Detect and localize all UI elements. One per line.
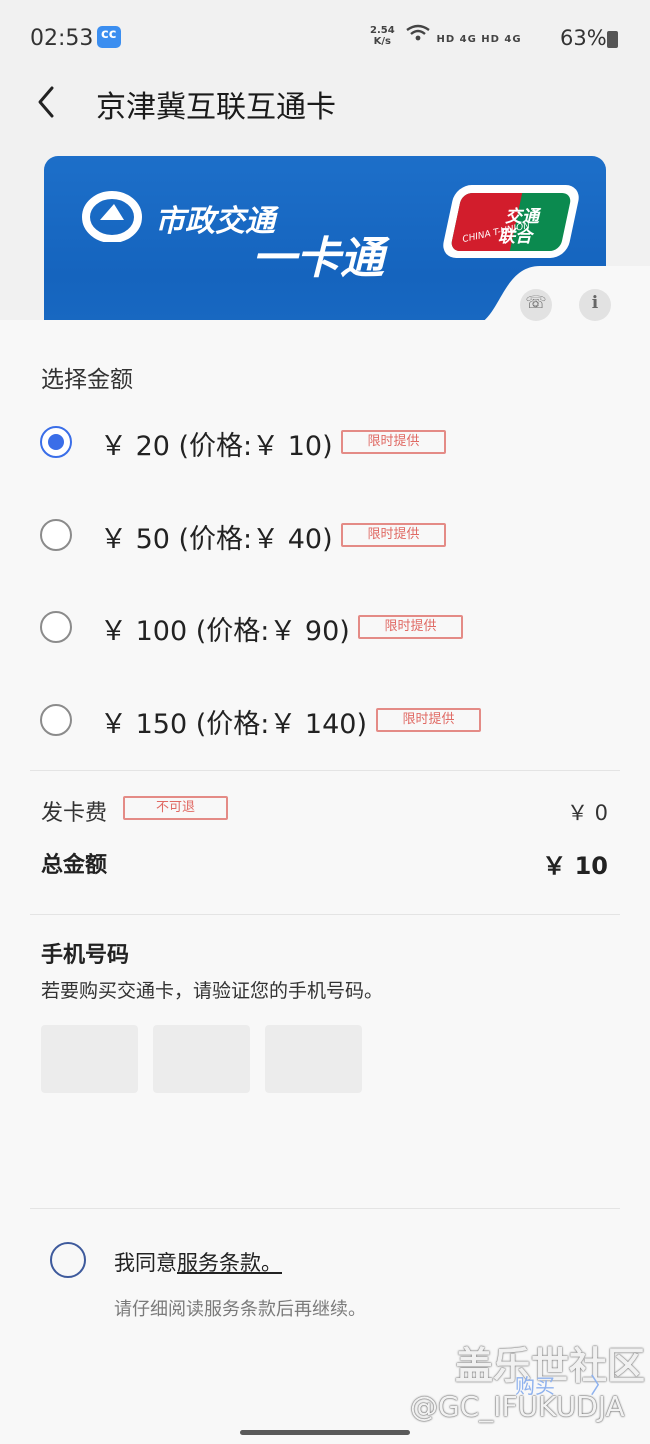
total-label: 总金额 xyxy=(41,853,108,878)
phone-input-segment-3[interactable] xyxy=(265,1025,362,1093)
watermark-user: @GC_IFUKUDJA xyxy=(410,1390,625,1423)
radio-button[interactable] xyxy=(40,519,72,551)
agree-terms-checkbox[interactable] xyxy=(50,1242,86,1278)
terms-of-service-link[interactable]: 服务条款。 xyxy=(177,1251,282,1275)
card-logo-text-large: 一卡通 xyxy=(252,233,384,284)
back-button[interactable] xyxy=(28,80,68,124)
phone-section-title: 手机号码 xyxy=(41,943,130,968)
agree-terms-text: 我同意服务条款。 xyxy=(114,1247,282,1277)
limited-offer-tag: 限时提供 xyxy=(358,615,463,639)
network-speed-unit: K/s xyxy=(373,36,392,47)
app-notification-icon xyxy=(97,26,121,48)
limited-offer-tag: 限时提供 xyxy=(376,708,481,732)
limited-offer-tag: 限时提供 xyxy=(341,430,446,454)
amount-option-label: ￥ 150 (价格:￥ 140) xyxy=(100,709,367,740)
amount-option-100[interactable]: ￥ 100 (价格:￥ 90) xyxy=(30,599,620,659)
agree-terms-hint: 请仔细阅读服务条款后再继续。 xyxy=(114,1299,366,1320)
divider xyxy=(30,770,620,771)
amount-option-150[interactable]: ￥ 150 (价格:￥ 140) xyxy=(30,692,620,752)
page-title: 京津冀互联互通卡 xyxy=(96,90,336,125)
phone-support-button[interactable]: ☏ xyxy=(520,289,552,321)
phone-input-segment-2[interactable] xyxy=(153,1025,250,1093)
limited-offer-tag: 限时提供 xyxy=(341,523,446,547)
info-button[interactable]: i xyxy=(579,289,611,321)
info-icon: i xyxy=(591,293,599,313)
wifi-icon xyxy=(405,24,436,46)
network-speed: 2.54 K/s xyxy=(370,25,395,47)
total-value: ￥ 10 xyxy=(542,852,608,880)
signal-icons: HD 4G HD 4G xyxy=(405,24,522,46)
amount-option-20[interactable]: ￥ 20 (价格:￥ 10) xyxy=(30,414,620,474)
content-sheet xyxy=(0,320,650,1444)
amount-section-title: 选择金额 xyxy=(41,367,133,393)
non-refundable-tag: 不可退 xyxy=(123,796,228,820)
amount-option-50[interactable]: ￥ 50 (价格:￥ 40) xyxy=(30,507,620,567)
radio-button-selected[interactable] xyxy=(40,426,72,458)
amount-option-label: ￥ 50 (价格:￥ 40) xyxy=(100,524,333,555)
card-fee-label: 发卡费 xyxy=(41,801,108,826)
battery-icon xyxy=(607,31,618,48)
amount-option-label: ￥ 100 (价格:￥ 90) xyxy=(100,616,350,647)
status-time: 02:53 xyxy=(30,26,94,51)
divider xyxy=(30,914,620,915)
phone-icon: ☏ xyxy=(525,293,547,313)
card-fee-value: ￥ 0 xyxy=(566,801,608,825)
divider xyxy=(30,1208,620,1209)
network-speed-value: 2.54 xyxy=(370,25,395,36)
chevron-left-icon xyxy=(38,86,54,118)
cellular-signal-text: HD 4G HD 4G xyxy=(436,34,522,45)
agree-terms-prefix: 我同意 xyxy=(114,1251,177,1275)
home-indicator[interactable] xyxy=(240,1430,410,1435)
card-logo-icon xyxy=(82,190,144,243)
amount-option-label: ￥ 20 (价格:￥ 10) xyxy=(100,431,333,462)
radio-button[interactable] xyxy=(40,611,72,643)
sheet-curve xyxy=(470,266,650,326)
battery-percent: 63% xyxy=(560,26,607,50)
phone-input-segment-1[interactable] xyxy=(41,1025,138,1093)
phone-section-description: 若要购买交通卡，请验证您的手机号码。 xyxy=(41,980,384,1002)
radio-button[interactable] xyxy=(40,704,72,736)
